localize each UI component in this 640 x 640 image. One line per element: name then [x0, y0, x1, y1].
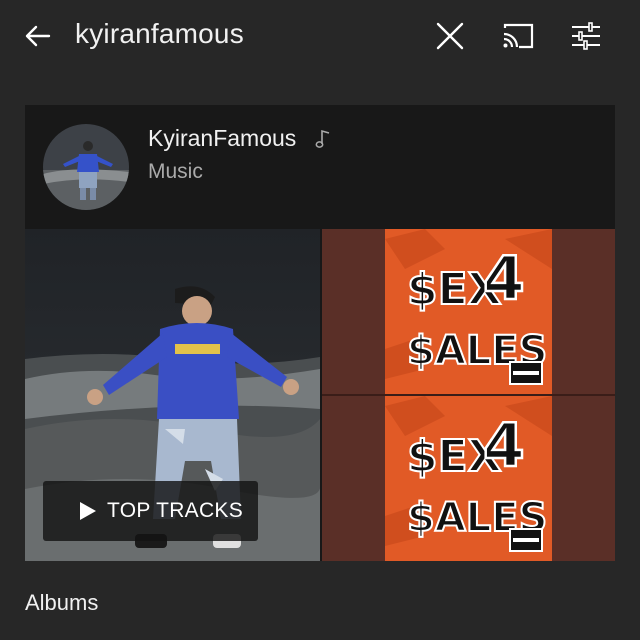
artist-card[interactable]: KyiranFamous Music TOP TRACKS $EX 4 $ALE… [25, 105, 615, 561]
clear-search-button[interactable] [428, 14, 472, 58]
album-cover: $EX 4 $ALES [385, 396, 552, 561]
album-art-word-2: 4 [483, 244, 525, 314]
music-note-icon [315, 129, 331, 154]
filter-button[interactable] [564, 14, 608, 58]
album-art-word-2: 4 [483, 411, 525, 481]
artist-hero-image[interactable]: TOP TRACKS [25, 229, 320, 561]
search-header: kyiranfamous [0, 0, 640, 72]
album-cover: $EX 4 $ALES [385, 229, 552, 394]
top-tracks-button[interactable]: TOP TRACKS [43, 481, 258, 541]
close-icon [436, 22, 464, 50]
artist-header[interactable]: KyiranFamous Music [25, 105, 615, 229]
album-art-tile[interactable]: $EX 4 $ALES [385, 229, 552, 394]
artist-name[interactable]: KyiranFamous [148, 123, 296, 153]
top-tracks-label: TOP TRACKS [107, 499, 244, 522]
album-art-tile[interactable]: $EX 4 $ALES [385, 396, 552, 561]
avatar-photo [43, 124, 129, 210]
cast-button[interactable] [496, 14, 540, 58]
search-query-text[interactable]: kyiranfamous [75, 16, 244, 52]
tune-icon [572, 22, 600, 50]
cast-icon [503, 23, 534, 49]
arrow-left-icon [25, 25, 51, 47]
play-icon [80, 502, 96, 520]
artist-subtitle: Music [148, 160, 203, 183]
album-art-column[interactable]: $EX 4 $ALES $EX 4 $ALES [322, 229, 615, 561]
avatar[interactable] [43, 124, 129, 210]
albums-section-title: Albums [25, 590, 99, 615]
back-button[interactable] [16, 14, 60, 58]
